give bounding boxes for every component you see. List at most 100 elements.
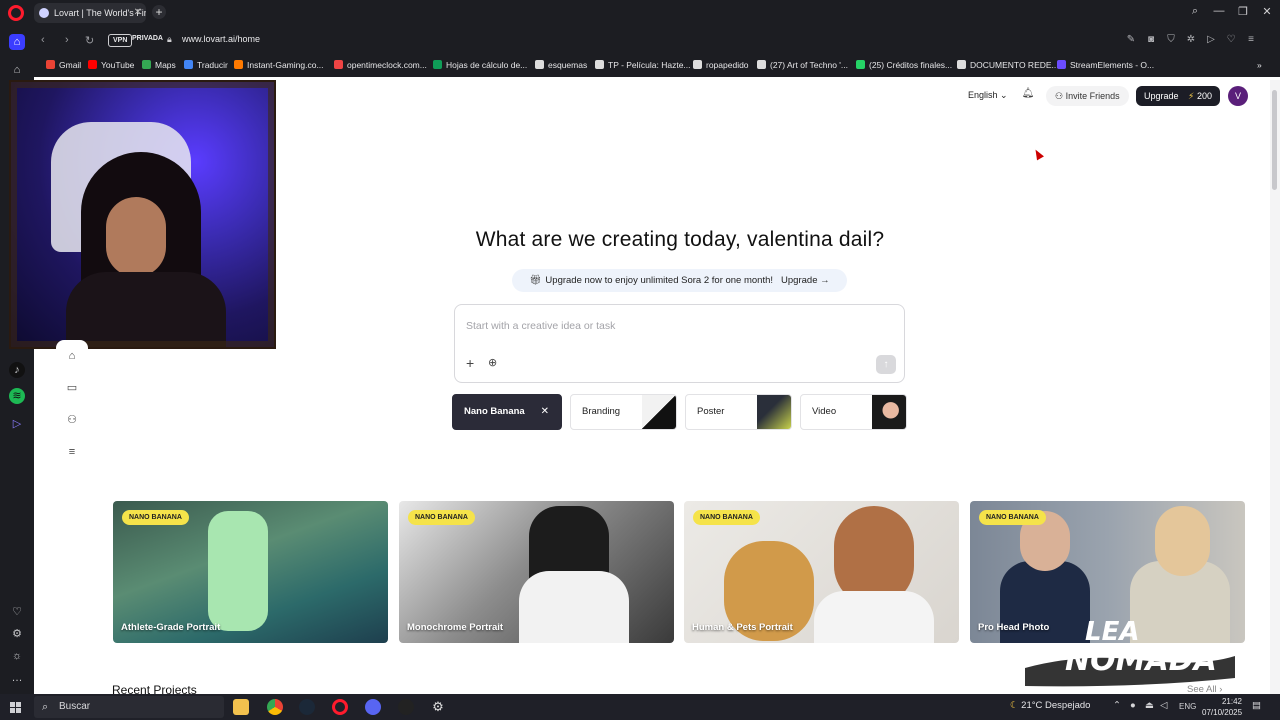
reload-icon[interactable]: ↻ (85, 34, 94, 47)
language-indicator[interactable]: ENG (1179, 702, 1196, 711)
chrome-icon[interactable] (267, 699, 283, 715)
promo-upgrade-link[interactable]: Upgrade → (781, 275, 830, 286)
usb-icon[interactable]: ⏏ (1145, 700, 1154, 711)
streamelements-icon (1057, 60, 1066, 69)
settings-icon[interactable]: ⚙ (430, 699, 446, 715)
upgrade-promo-banner[interactable]: 🎁︎ Upgrade now to enjoy unlimited Sora 2 … (512, 269, 847, 292)
mouse-cursor-icon (1032, 147, 1044, 161)
menu-icon[interactable]: ≡ (64, 444, 80, 460)
edit-icon[interactable]: ✎ (1125, 34, 1137, 45)
tiktok-icon[interactable]: ♪ (9, 362, 25, 378)
heart-icon[interactable]: ♡ (9, 604, 25, 620)
more-icon[interactable]: … (9, 670, 25, 686)
avatar[interactable]: V (1228, 86, 1248, 106)
template-card-human-pets[interactable]: NANO BANANA Human & Pets Portrait (684, 501, 959, 643)
taskbar-clock[interactable]: 21:42 07/10/2025 (1202, 696, 1242, 718)
extensions-icon[interactable]: ✲ (1185, 34, 1197, 45)
bookmark-item[interactable]: ropapedido (693, 60, 749, 70)
close-window-button[interactable]: ✕ (1259, 5, 1275, 18)
send-button[interactable]: ↑ (876, 355, 896, 374)
user-icon[interactable]: ⚇ (64, 412, 80, 428)
weather-widget[interactable]: ☾ 21°C Despejado (1010, 700, 1090, 711)
bookmark-item[interactable]: StreamElements - O... (1057, 60, 1154, 70)
maximize-button[interactable]: ❐ (1235, 5, 1251, 18)
lovart-favicon-icon (39, 8, 49, 18)
close-tab-icon[interactable]: ✕ (134, 3, 142, 23)
prompt-placeholder[interactable]: Start with a creative idea or task (466, 320, 615, 332)
bookmark-item[interactable]: Traducir (184, 60, 228, 70)
template-card-athlete[interactable]: NANO BANANA Athlete-Grade Portrait (113, 501, 388, 643)
bookmark-item[interactable]: YouTube (88, 60, 134, 70)
obs-icon[interactable] (398, 699, 414, 715)
back-icon[interactable]: ‹ (41, 34, 45, 46)
search-tabs-icon[interactable]: ⌕ (1187, 5, 1203, 18)
search-placeholder: Buscar (59, 701, 91, 712)
microphone-icon[interactable]: ● (1130, 700, 1136, 711)
home-icon[interactable]: ⌂ (64, 348, 80, 364)
bookmark-item[interactable]: Instant-Gaming.co... (234, 60, 324, 70)
heart-icon[interactable]: ♡ (1225, 34, 1237, 45)
add-attachment-icon[interactable]: + (466, 355, 474, 371)
card-label: Athlete-Grade Portrait (121, 622, 221, 633)
bookmark-item[interactable]: Maps (142, 60, 176, 70)
bookmark-item[interactable]: DOCUMENTO REDE... (957, 60, 1059, 70)
chip-label: Video (812, 406, 837, 417)
bookmark-item[interactable]: esquemas (535, 60, 587, 70)
settings-icon[interactable]: ⚙ (9, 626, 25, 642)
video-thumbnail (872, 395, 906, 429)
chip-branding[interactable]: Branding (570, 394, 677, 430)
bookmark-item[interactable]: (27) Art of Techno '... (757, 60, 848, 70)
lightbulb-icon[interactable]: ☼ (9, 648, 25, 664)
opera-taskbar-icon[interactable] (332, 699, 348, 715)
upgrade-button[interactable]: Upgrade ⚡ 200 (1136, 86, 1220, 106)
private-label: PRIVADA (132, 35, 163, 42)
notifications-icon[interactable]: ▤ (1252, 700, 1261, 711)
home-icon[interactable]: ⌂ (9, 34, 25, 50)
bookmark-item[interactable]: Hojas de cálculo de... (433, 60, 527, 70)
volume-icon[interactable]: ◁ (1160, 700, 1167, 711)
vpn-badge[interactable]: VPN (108, 34, 133, 47)
bookmarks-overflow-icon[interactable]: » (1257, 60, 1262, 70)
aria-icon[interactable]: ▷ (9, 416, 25, 432)
camera-icon[interactable]: ◙ (1145, 34, 1157, 45)
chip-video[interactable]: Video (800, 394, 907, 430)
chip-poster[interactable]: Poster (685, 394, 792, 430)
folder-icon[interactable]: ▭ (64, 380, 80, 396)
prompt-input-box[interactable]: Start with a creative idea or task + ⊕ ↑ (454, 304, 905, 383)
globe-icon[interactable]: ⊕ (488, 356, 497, 369)
template-card-monochrome[interactable]: NANO BANANA Monochrome Portrait (399, 501, 674, 643)
bookmark-item[interactable]: opentimeclock.com... (334, 60, 427, 70)
bookmark-item[interactable]: TP - Película: Hazte... (595, 60, 691, 70)
taskbar-search[interactable]: ⌕ Buscar (34, 696, 224, 718)
minimize-button[interactable]: — (1211, 5, 1227, 17)
tray-overflow-icon[interactable]: ⌃ (1113, 700, 1121, 711)
chip-nano-banana[interactable]: Nano Banana ✕ (452, 394, 562, 430)
woman-face (1155, 506, 1210, 576)
invite-friends-button[interactable]: ⚇ Invite Friends (1046, 86, 1129, 106)
branding-thumbnail (642, 395, 676, 429)
steam-icon[interactable] (299, 699, 315, 715)
bookmark-item[interactable]: (25) Créditos finales... (856, 60, 952, 70)
windows-start-icon[interactable] (10, 702, 21, 713)
url-field[interactable]: www.lovart.ai/home (182, 34, 260, 44)
lock-icon[interactable]: 🔒︎ (167, 34, 172, 45)
shield-icon[interactable]: ⛉ (1165, 34, 1177, 45)
scrollbar-thumb[interactable] (1272, 90, 1277, 190)
language-selector[interactable]: English ⌄ (968, 90, 1008, 101)
player-icon[interactable]: ▷ (1205, 34, 1217, 45)
home-outline-icon[interactable]: ⌂ (9, 62, 25, 78)
file-explorer-icon[interactable] (233, 699, 249, 715)
folder-icon (757, 60, 766, 69)
discord-icon[interactable] (365, 699, 381, 715)
browser-tab[interactable]: Lovart | The World's First ✕ (34, 3, 146, 23)
close-icon[interactable]: ✕ (541, 395, 549, 429)
spotify-icon[interactable]: ≋ (9, 388, 25, 404)
promo-text: Upgrade now to enjoy unlimited Sora 2 fo… (545, 275, 774, 286)
opera-logo-icon[interactable] (8, 5, 24, 21)
new-tab-button[interactable]: + (152, 5, 166, 19)
forward-icon[interactable]: › (65, 34, 69, 46)
browser-tab-bar: Lovart | The World's First ✕ + ⌕ — ❐ ✕ (0, 0, 1280, 26)
notification-bell-icon[interactable]: 🔔︎ (1021, 88, 1035, 102)
menu-icon[interactable]: ≡ (1245, 34, 1257, 45)
bookmark-item[interactable]: Gmail (46, 60, 81, 70)
